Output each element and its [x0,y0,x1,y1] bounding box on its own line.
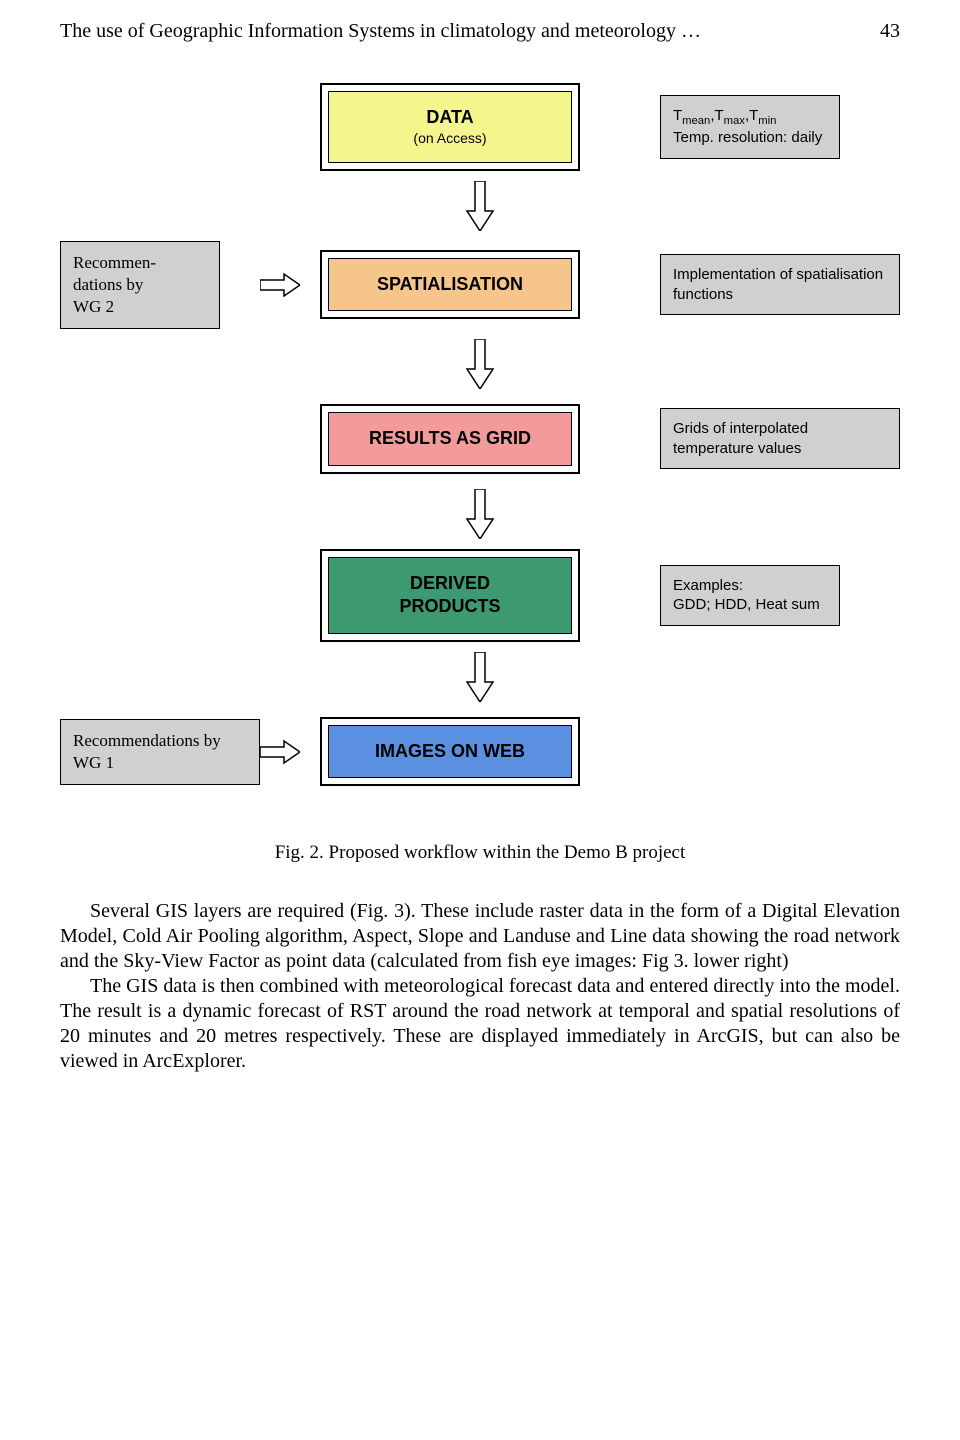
note-examples-l2: GDD; HDD, Heat sum [673,595,827,615]
diagram-row-results: RESULTS AS GRID Grids of interpolated te… [60,399,900,479]
note-examples-l1: Examples: [673,576,827,596]
workflow-diagram: DATA (on Access) Tmean,Tmax,Tmin Temp. r… [60,83,900,792]
arrow-down-icon [465,489,495,539]
note-wg2-text: Recommen-dations byWG 2 [73,253,156,316]
note-data-line1: Tmean,Tmax,Tmin [673,106,827,129]
note-recommendations-wg1: Recommendations by WG 1 [60,719,260,785]
process-box-spatialisation: SPATIALISATION [320,250,580,319]
paragraph-1: Several GIS layers are required (Fig. 3)… [60,899,900,974]
note-recommendations-wg2: Recommen-dations byWG 2 [60,241,220,329]
arrow-down-icon [465,339,495,389]
process-box-derived: DERIVEDPRODUCTS [320,549,580,642]
data-title: DATA [426,107,473,127]
diagram-row-images: Recommendations by WG 1 IMAGES ON WEB [60,712,900,792]
images-title: IMAGES ON WEB [375,741,525,761]
process-box-derived-inner: DERIVEDPRODUCTS [328,557,572,634]
page-content: The use of Geographic Information System… [0,0,960,1114]
arrow-right-icon [260,272,300,298]
note-data-params: Tmean,Tmax,Tmin Temp. resolution: daily [660,95,840,159]
arrow-down-icon [465,652,495,702]
header-title: The use of Geographic Information System… [60,20,701,43]
note-data-line2: Temp. resolution: daily [673,128,827,148]
diagram-row-derived: DERIVEDPRODUCTS Examples: GDD; HDD, Heat… [60,549,900,642]
note-examples: Examples: GDD; HDD, Heat sum [660,565,840,626]
process-box-data: DATA (on Access) [320,83,580,171]
note-wg1-text: Recommendations by WG 1 [73,731,221,772]
arrow-down-icon [465,181,495,231]
page-number: 43 [880,20,900,43]
note-grids-text: Grids of interpolated temperature values [673,420,808,457]
figure-caption: Fig. 2. Proposed workflow within the Dem… [60,842,900,864]
diagram-row-data: DATA (on Access) Tmean,Tmax,Tmin Temp. r… [60,83,900,171]
process-box-results-inner: RESULTS AS GRID [328,412,572,465]
process-box-data-inner: DATA (on Access) [328,91,572,163]
results-title: RESULTS AS GRID [369,428,531,448]
process-box-images: IMAGES ON WEB [320,717,580,786]
note-implementation-text: Implementation of spatialisation functio… [673,266,883,303]
spatialisation-title: SPATIALISATION [377,274,523,294]
note-implementation: Implementation of spatialisation functio… [660,254,900,315]
arrow-right-icon [260,739,300,765]
derived-title: DERIVEDPRODUCTS [399,573,500,616]
body-text: Several GIS layers are required (Fig. 3)… [60,899,900,1074]
note-grids: Grids of interpolated temperature values [660,408,900,469]
running-header: The use of Geographic Information System… [60,20,900,43]
process-box-images-inner: IMAGES ON WEB [328,725,572,778]
process-box-results: RESULTS AS GRID [320,404,580,473]
data-subtitle: (on Access) [335,129,565,147]
process-box-spatialisation-inner: SPATIALISATION [328,258,572,311]
paragraph-2: The GIS data is then combined with meteo… [60,974,900,1074]
diagram-row-spatialisation: Recommen-dations byWG 2 SPATIALISATION I… [60,241,900,329]
